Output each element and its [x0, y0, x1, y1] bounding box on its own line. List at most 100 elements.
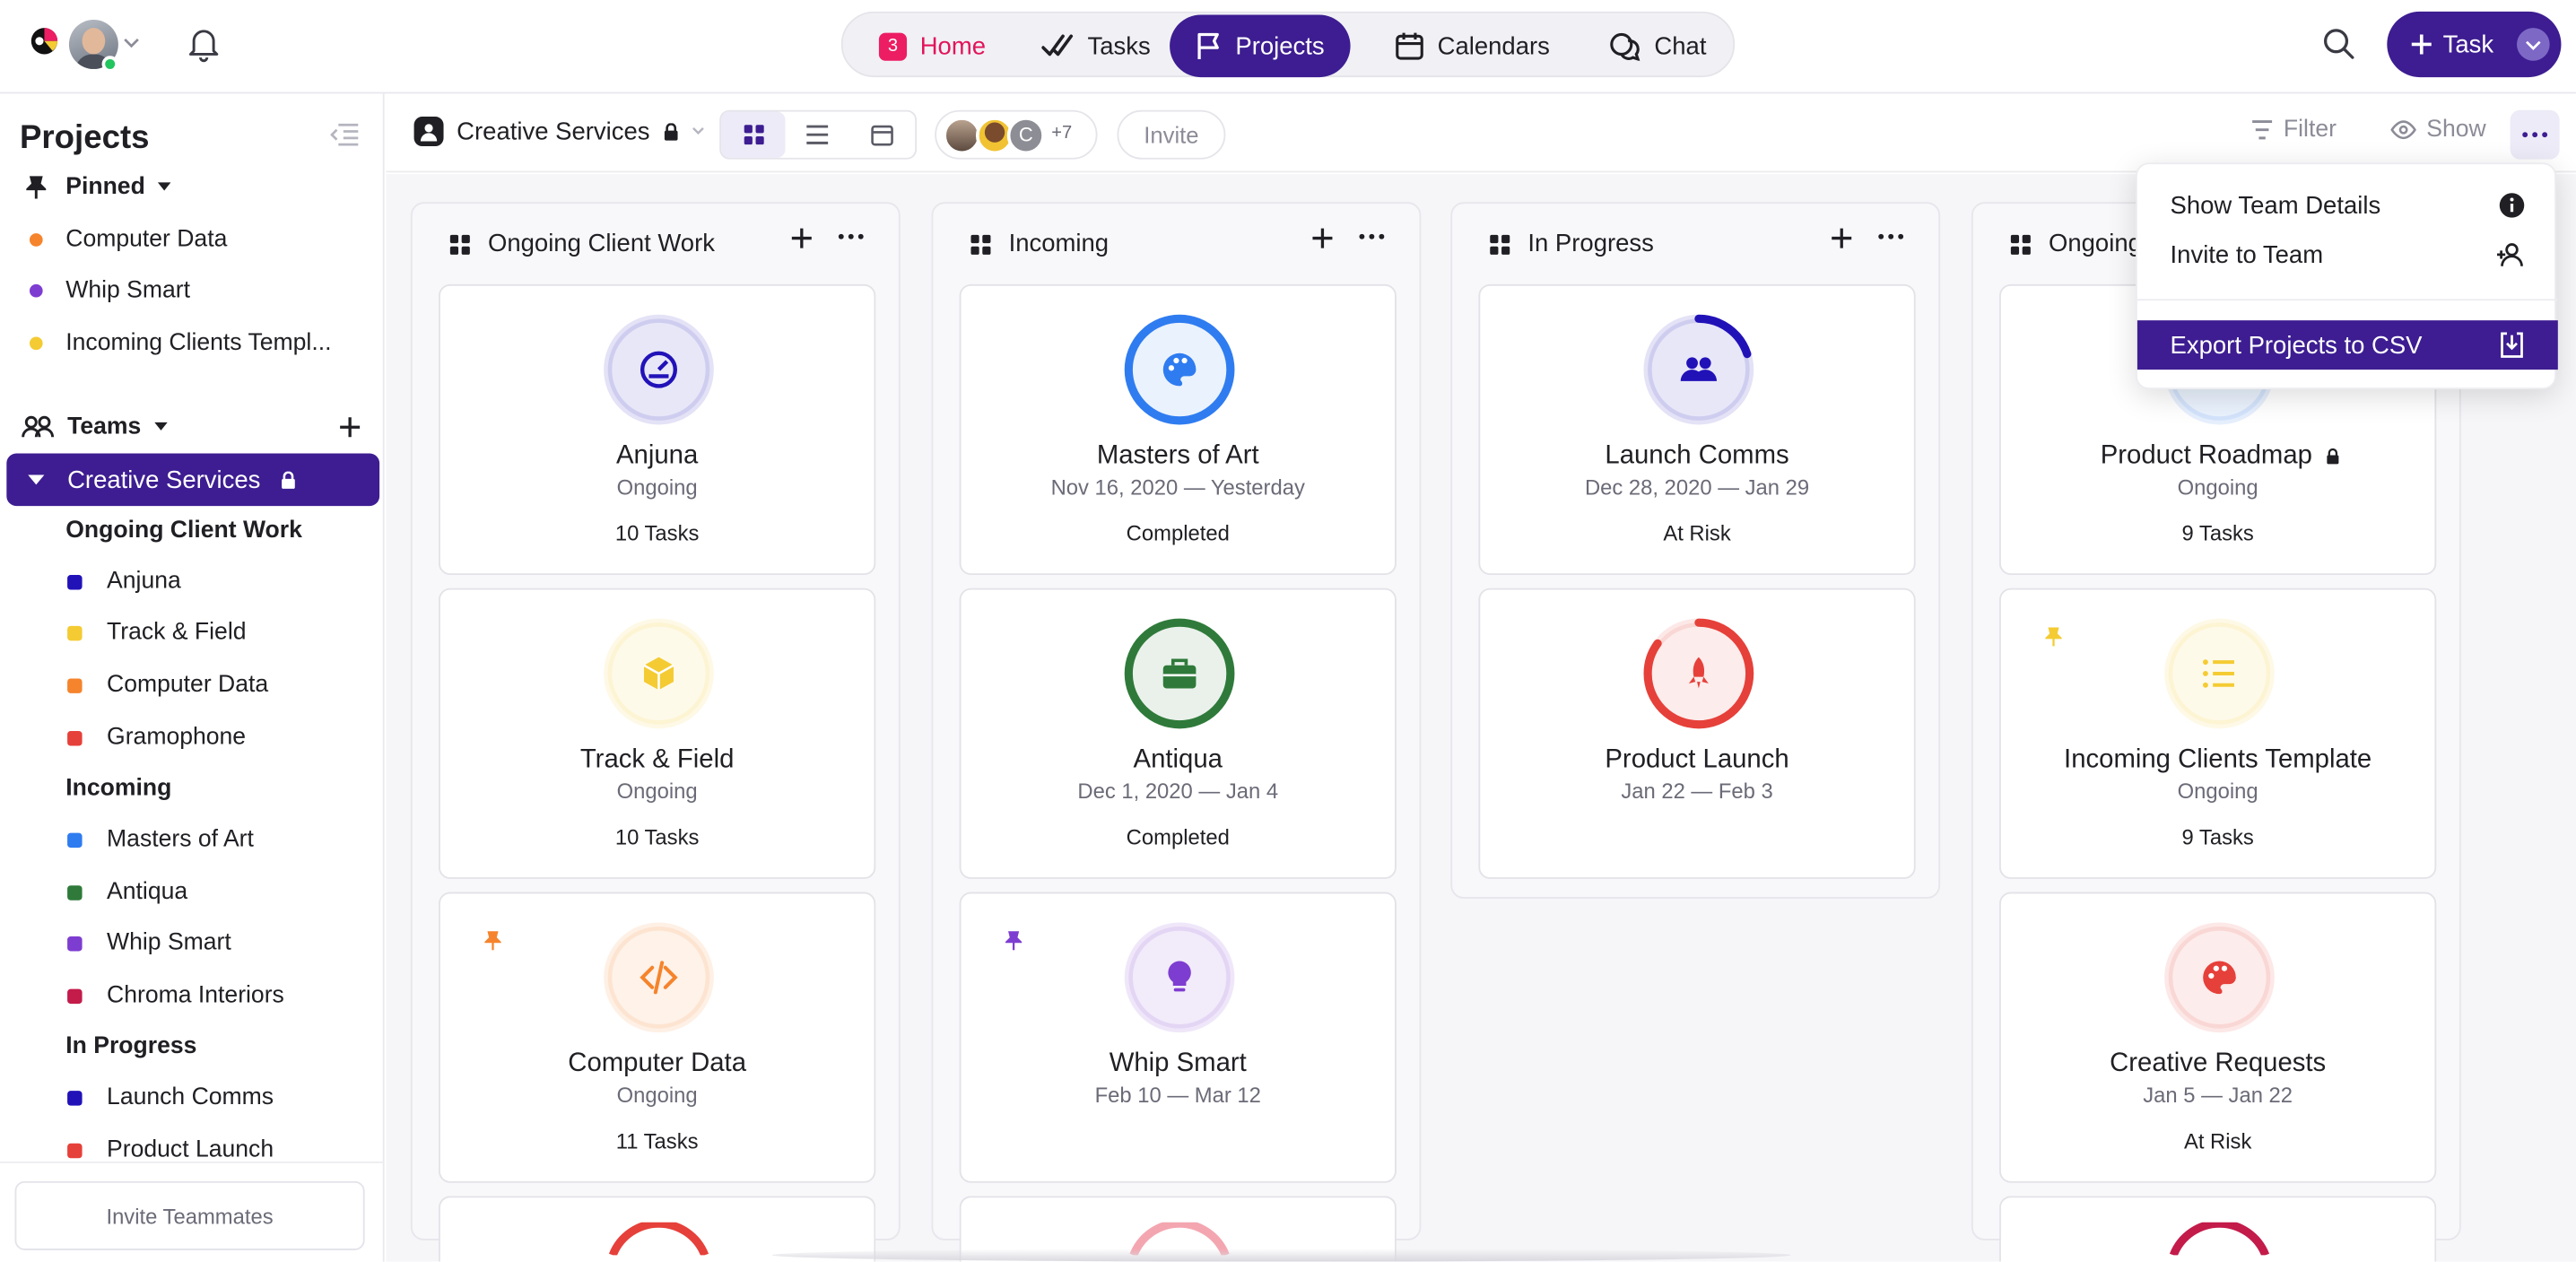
project-card[interactable]: Launch Comms Dec 28, 2020 — Jan 29 At Ri…: [1478, 283, 1916, 576]
column-header[interactable]: In Progress: [1488, 230, 1654, 258]
project-dates: Ongoing: [616, 1083, 698, 1108]
nav-home-label: Home: [919, 31, 986, 60]
sidebar-item-project[interactable]: Whip Smart: [0, 920, 385, 966]
nav-tasks-label: Tasks: [1087, 31, 1151, 60]
project-dates: Feb 10 — Mar 12: [1094, 1083, 1261, 1108]
column-more-icon[interactable]: [1878, 233, 1904, 239]
sidebar-item-project[interactable]: Chroma Interiors: [0, 972, 385, 1018]
color-dot: [67, 988, 83, 1004]
lock-icon: [663, 122, 677, 140]
nav-chat[interactable]: Chat: [1582, 14, 1733, 77]
divider: [0, 1161, 385, 1163]
menu-item-show-team-details[interactable]: Show Team Details: [2137, 180, 2558, 230]
project-card[interactable]: Masters of Art Nov 16, 2020 — Yesterday …: [959, 283, 1397, 576]
team-avatar-icon: [413, 117, 444, 147]
project-progress-ring: [2164, 618, 2275, 729]
grid-view-button[interactable]: [721, 111, 787, 158]
chevron-down-icon: [691, 126, 704, 136]
sidebar-item-project[interactable]: Track & Field: [0, 610, 385, 656]
calendar-icon: [1395, 31, 1424, 61]
project-dates: Jan 22 — Feb 3: [1621, 779, 1773, 804]
project-card[interactable]: Antiqua Dec 1, 2020 — Jan 4 Completed: [959, 587, 1397, 879]
column-header[interactable]: Incoming: [970, 230, 1109, 258]
teams-icon: [22, 415, 55, 439]
column-more-icon[interactable]: [1359, 233, 1385, 239]
column-header[interactable]: Ongoing Client Work: [448, 230, 715, 258]
project-card[interactable]: Incoming Clients Template Ongoing 9 Task…: [1999, 587, 2437, 879]
project-card[interactable]: Whip Smart Feb 10 — Mar 12: [959, 892, 1397, 1183]
add-project-icon[interactable]: [1311, 227, 1335, 250]
chevron-down-icon[interactable]: [2517, 28, 2550, 61]
sidebar-item-pinned[interactable]: Incoming Clients Templ...: [0, 320, 385, 366]
project-card[interactable]: Product Launch Jan 22 — Feb 3: [1478, 587, 1916, 879]
app-window: 3 Home Tasks Projects Calendars Chat Tas…: [0, 0, 2576, 1262]
sidebar-item-pinned[interactable]: Whip Smart: [0, 268, 385, 314]
invite-teammates-button[interactable]: Invite Teammates: [14, 1180, 365, 1250]
filter-label: Filter: [2283, 117, 2337, 144]
collapse-sidebar-icon[interactable]: [330, 123, 360, 146]
sidebar-group-in-progress[interactable]: In Progress: [0, 1023, 385, 1069]
column-header[interactable]: Ongoing: [2009, 230, 2142, 258]
invite-button[interactable]: Invite: [1117, 109, 1226, 160]
column-title: In Progress: [1527, 230, 1654, 258]
team-name: Creative Services: [457, 117, 650, 146]
sidebar-item-creative-services[interactable]: Creative Services: [6, 453, 380, 507]
sidebar-group-ongoing[interactable]: Ongoing Client Work: [0, 508, 385, 553]
filter-button[interactable]: Filter: [2250, 117, 2337, 143]
grid-icon: [1488, 232, 1511, 256]
sidebar-item-project[interactable]: Computer Data: [0, 662, 385, 708]
project-progress-ring: [2164, 922, 2275, 1033]
project-dates: Ongoing: [2177, 474, 2258, 500]
nav-tasks[interactable]: Tasks: [1015, 14, 1177, 77]
project-card[interactable]: Track & Field Ongoing 10 Tasks: [439, 587, 876, 879]
menu-item-export-csv[interactable]: Export Projects to CSV: [2137, 320, 2558, 370]
nav-home[interactable]: 3 Home: [853, 14, 1013, 77]
color-dot: [29, 233, 43, 247]
home-badge: 3: [878, 31, 908, 60]
add-task-button[interactable]: Task: [2387, 11, 2562, 78]
list-view-button[interactable]: [786, 112, 850, 158]
bell-icon[interactable]: [187, 26, 221, 63]
chevron-down-icon[interactable]: [123, 36, 139, 49]
sidebar-item-label: Whip Smart: [107, 929, 231, 956]
sidebar-group-incoming[interactable]: Incoming: [0, 766, 385, 812]
sidebar-item-label: Computer Data: [65, 226, 228, 254]
sidebar-item-project[interactable]: Launch Comms: [0, 1075, 385, 1120]
add-team-icon[interactable]: [338, 415, 361, 439]
project-card[interactable]: Computer Data Ongoing 11 Tasks: [439, 892, 876, 1183]
sidebar-item-project[interactable]: Gramophone: [0, 715, 385, 761]
team-members[interactable]: C +7: [935, 109, 1098, 160]
sidebar-item-label: Whip Smart: [65, 277, 191, 304]
column-more-icon[interactable]: [838, 233, 864, 239]
ellipsis-icon: [2522, 132, 2548, 138]
eye-icon: [2390, 120, 2416, 140]
nav-projects[interactable]: Projects: [1170, 14, 1351, 78]
add-project-icon[interactable]: [1830, 227, 1853, 250]
app-logo-icon[interactable]: [30, 26, 59, 56]
pin-icon: [1005, 930, 1023, 952]
calendar-view-button[interactable]: [850, 112, 915, 158]
nav-calendars[interactable]: Calendars: [1369, 14, 1576, 77]
sidebar-item-project[interactable]: Masters of Art: [0, 816, 385, 862]
sidebar-item-project[interactable]: Antiqua: [0, 869, 385, 915]
sidebar-item-project[interactable]: Anjuna: [0, 559, 385, 605]
project-card[interactable]: Creative Requests Jan 5 — Jan 22 At Risk: [1999, 892, 2437, 1183]
project-card[interactable]: Anjuna Ongoing 10 Tasks: [439, 283, 876, 576]
sidebar-item-project[interactable]: Product Launch: [0, 1127, 385, 1172]
add-task-label: Task: [2442, 30, 2494, 59]
team-selector[interactable]: Creative Services: [413, 117, 704, 147]
pinned-header[interactable]: Pinned: [0, 164, 385, 210]
project-status: At Risk: [1663, 520, 1731, 546]
more-options-button[interactable]: [2510, 109, 2560, 160]
add-project-icon[interactable]: [790, 227, 814, 250]
column-title: Ongoing Client Work: [487, 230, 715, 258]
teams-header[interactable]: Teams: [0, 405, 385, 450]
sidebar-item-pinned[interactable]: Computer Data: [0, 217, 385, 263]
show-button[interactable]: Show: [2390, 117, 2486, 143]
menu-item-label: Export Projects to CSV: [2170, 331, 2423, 360]
menu-item-invite-to-team[interactable]: Invite to Team: [2137, 230, 2558, 279]
add-person-icon: [2495, 241, 2525, 267]
sidebar-item-label: Track & Field: [107, 619, 247, 646]
project-card-partial[interactable]: [1999, 1196, 2437, 1262]
search-icon[interactable]: [2321, 26, 2357, 62]
